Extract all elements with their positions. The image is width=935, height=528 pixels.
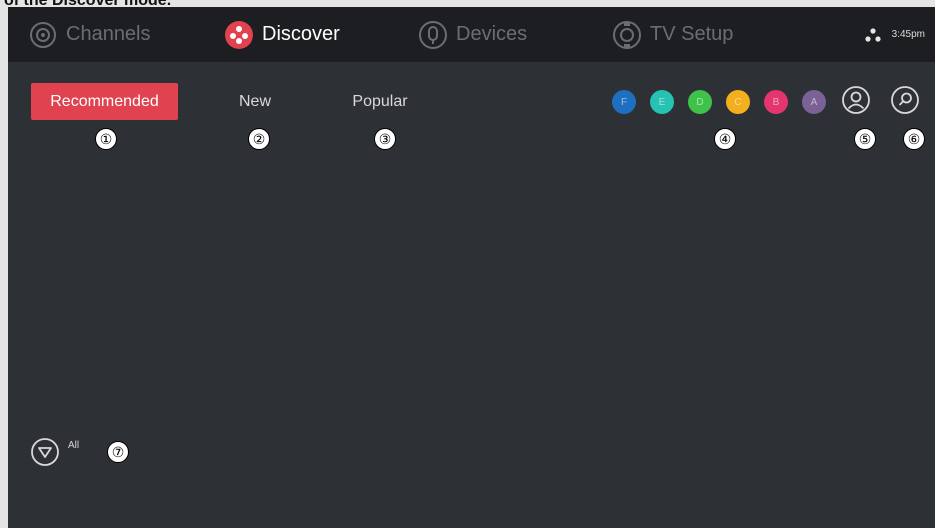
filter-icon [30,437,60,472]
search-button[interactable] [890,85,920,120]
callout-marker-1: ① [95,128,117,150]
tab-label: Popular [352,92,408,110]
profile-a-button[interactable]: A [802,90,826,114]
callout-marker-7: ⑦ [107,441,129,463]
status-area: 3:45pm [864,7,935,62]
network-icon [864,27,882,42]
tab-popular[interactable]: Popular [338,83,422,120]
filter-label: All [68,440,80,451]
clock-time: 3:45pm [891,29,925,40]
profile-letter: A [810,96,818,108]
profile-letter: E [658,96,666,108]
search-icon [890,85,920,120]
tab-label: New [238,92,271,110]
nav-item-label: TV Setup [650,23,734,45]
profile-letter: B [772,96,780,108]
top-navigation-bar: Channels Discover Devices TV Setup 3:45p… [8,7,935,62]
tab-new[interactable]: New [224,83,286,120]
callout-marker-2: ② [248,128,270,150]
tv-screen: Channels Discover Devices TV Setup 3:45p… [8,7,935,528]
user-icon [841,85,871,120]
profile-e-button[interactable]: E [650,90,674,114]
filter-all-button[interactable]: All [30,437,79,467]
profile-c-button[interactable]: C [726,90,750,114]
nav-item-channels[interactable]: Channels [28,7,151,62]
nav-item-label: Channels [66,23,151,45]
nav-item-label: Devices [456,23,528,45]
callout-marker-5: ⑤ [854,128,876,150]
tv-setup-icon [612,20,642,50]
channels-icon [28,20,58,50]
profile-letter: D [696,96,704,108]
nav-item-discover[interactable]: Discover [224,7,340,62]
nav-item-label: Discover [262,23,340,45]
profile-letter: C [734,96,742,108]
tab-label: Recommended [50,92,159,110]
callout-marker-4: ④ [714,128,736,150]
callout-marker-6: ⑥ [903,128,925,150]
nav-item-devices[interactable]: Devices [418,7,527,62]
user-profile-button[interactable] [841,85,871,120]
profile-f-button[interactable]: F [612,90,636,114]
tab-recommended[interactable]: Recommended [31,83,178,120]
profile-b-button[interactable]: B [764,90,788,114]
nav-item-tv-setup[interactable]: TV Setup [612,7,733,62]
profile-d-button[interactable]: D [688,90,712,114]
devices-icon [418,20,448,50]
profile-letter: F [620,96,628,108]
discover-icon [224,20,254,50]
callout-marker-3: ③ [374,128,396,150]
